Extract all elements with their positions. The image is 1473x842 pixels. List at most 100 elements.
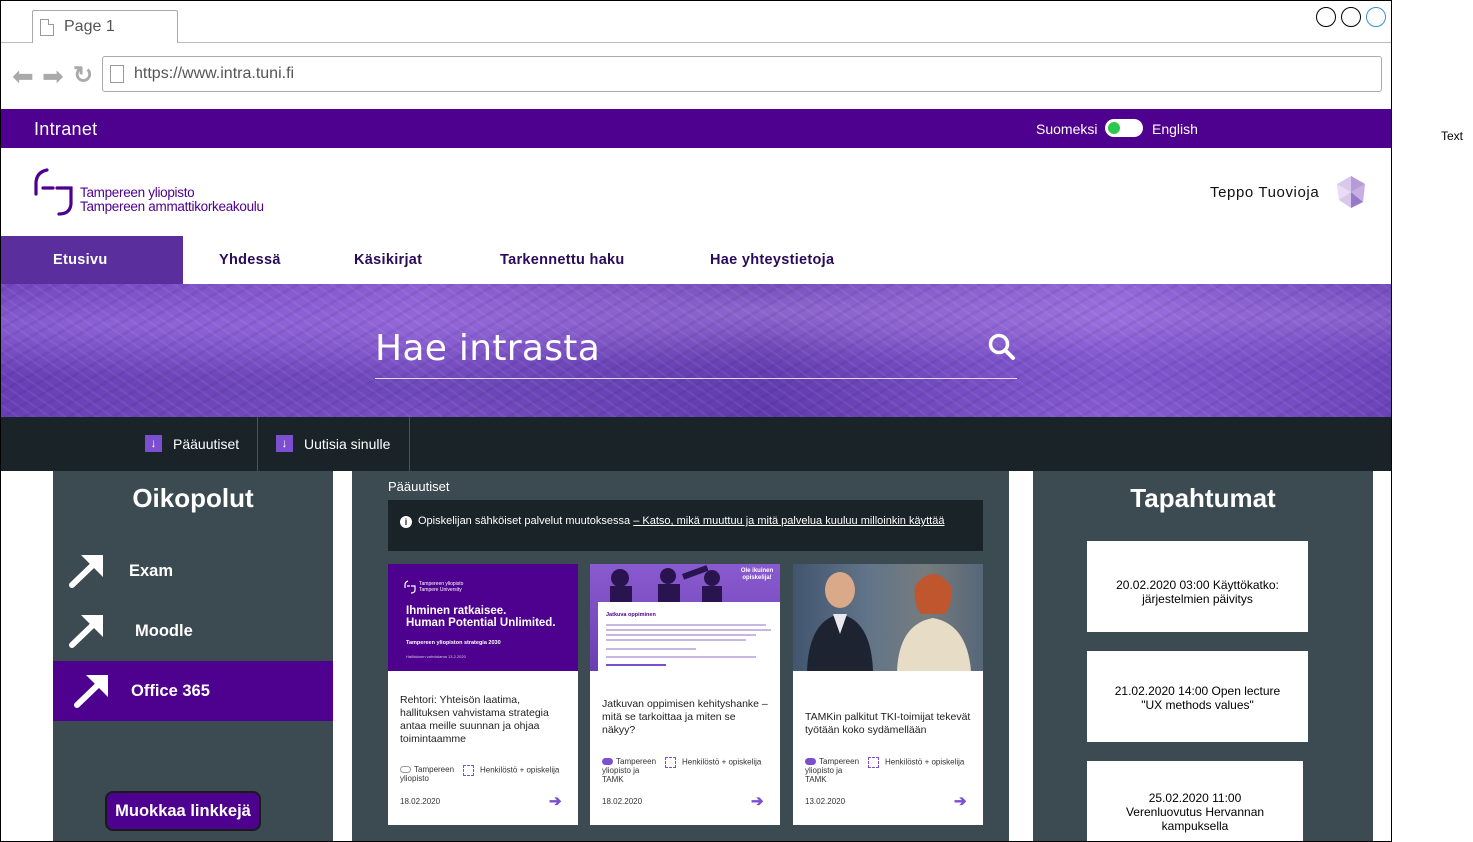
shortcuts-panel: Oikopolut Exam Moodle Office 365 Muokkaa…: [53, 471, 333, 841]
news-card-audience: Henkilöstö + opiskelija: [868, 757, 964, 768]
close-circle-icon[interactable]: [1366, 7, 1386, 27]
text-line: [606, 664, 666, 666]
tab-kasikirjat[interactable]: Käsikirjat: [354, 236, 422, 284]
news-card-audience: Henkilöstö + opiskelija: [665, 757, 761, 768]
search-icon[interactable]: [987, 332, 1017, 362]
news-card-audience: Henkilöstö + opiskelija: [463, 765, 559, 776]
news-card[interactable]: TAMKin palkitut TKI-toimijat tekevät työ…: [793, 564, 983, 825]
news-card-title[interactable]: Rehtori: Yhteisön laatima, hallituksen v…: [400, 694, 568, 746]
browser-addressbar: ⬅ ➡ ↻ https://www.intra.tuni.fi: [1, 44, 1391, 108]
arrow-right-icon[interactable]: ➔: [954, 792, 967, 810]
browser-tab[interactable]: Page 1: [32, 10, 178, 43]
event-time: 25.02.2020 11:00: [1148, 791, 1242, 805]
arrow-up-right-icon: [69, 555, 103, 588]
page-icon: [40, 19, 54, 36]
shortcut-label: Office 365: [131, 682, 210, 700]
news-card-meta: Tampereen yliopisto ja TAMK Henkilöstö +…: [805, 757, 980, 784]
news-card-meta: Tampereen yliopisto ja TAMK Henkilöstö +…: [602, 757, 777, 784]
news-card-org: Tampereen yliopisto ja TAMK: [602, 757, 662, 784]
event-time: 20.02.2020 03:00: [1116, 578, 1210, 592]
arrow-down-icon: ↓: [145, 435, 162, 452]
card-image-subtitle: Tampereen yliopiston strategia 2030: [406, 640, 501, 646]
shortcut-label: Exam: [129, 562, 174, 580]
hero-banner: Hae intrasta: [1, 284, 1391, 417]
search-placeholder: Hae intrasta: [375, 328, 601, 369]
shortcut-label: Moodle: [135, 622, 193, 640]
notice-text: Opiskelijan sähköiset palvelut muutokses…: [418, 515, 944, 527]
shortcut-exam[interactable]: Exam: [53, 541, 333, 601]
subnav-label: Uutisia sinulle: [304, 436, 391, 452]
target-icon: [868, 757, 879, 768]
event-item[interactable]: 21.02.2020 14:00 Open lecture "UX method…: [1087, 651, 1308, 742]
event-text: 20.02.2020 03:00 Käyttökatko: järjestelm…: [1087, 578, 1308, 606]
arrow-right-icon[interactable]: ➔: [751, 792, 764, 810]
news-card-image: Ole ikuinen opiskelija! Jatkuva oppimine…: [590, 564, 780, 671]
target-icon: [665, 757, 676, 768]
news-panel: Pääuutiset i Opiskelijan sähköiset palve…: [352, 471, 1009, 841]
site-brand[interactable]: Intranet: [34, 119, 97, 140]
site-header: Tampereen yliopisto Tampereen ammattikor…: [1, 148, 1391, 236]
target-icon: [463, 765, 474, 776]
edit-links-button[interactable]: Muokkaa linkkejä: [105, 791, 261, 831]
page-icon: [110, 65, 124, 83]
avatar[interactable]: [1333, 174, 1369, 210]
event-item[interactable]: 20.02.2020 03:00 Käyttökatko: järjestelm…: [1087, 541, 1308, 632]
reload-icon[interactable]: ↻: [73, 63, 93, 89]
toggle-icon: [400, 766, 411, 774]
text-line: [606, 656, 756, 658]
shortcut-office-365[interactable]: Office 365: [53, 661, 333, 721]
tab-title: Page 1: [64, 18, 115, 35]
news-heading: Pääuutiset: [388, 479, 450, 494]
info-icon: i: [400, 516, 412, 528]
subnav-label: Pääuutiset: [173, 436, 240, 452]
news-card-image: Tampereen yliopisto Tampere University I…: [388, 564, 578, 671]
search-input[interactable]: Hae intrasta: [375, 324, 1017, 379]
shortcut-moodle[interactable]: Moodle: [53, 601, 333, 661]
tab-yhdessa[interactable]: Yhdessä: [219, 236, 281, 284]
tab-tarkennettu-haku[interactable]: Tarkennettu haku: [500, 236, 625, 284]
maximize-circle-icon[interactable]: [1341, 7, 1361, 27]
card-image-panel: Jatkuva oppiminen: [598, 602, 780, 671]
news-card-title[interactable]: Jatkuvan oppimisen kehityshanke – mitä s…: [602, 698, 770, 737]
university-logo-icon[interactable]: [33, 166, 77, 216]
forward-arrow-icon[interactable]: ➡: [42, 63, 64, 89]
url-input[interactable]: https://www.intra.tuni.fi: [102, 56, 1382, 92]
people-photo-icon: [793, 564, 983, 671]
card-image-badge: Ole ikuinen opiskelija!: [740, 568, 774, 581]
browser-window: Page 1 ⬅ ➡ ↻ https://www.intra.tuni.fi I…: [0, 0, 1392, 842]
tab-hae-yhteystietoja[interactable]: Hae yhteystietoja: [710, 236, 834, 284]
news-card[interactable]: Ole ikuinen opiskelija! Jatkuva oppimine…: [590, 564, 780, 825]
university-logo-text[interactable]: Tampereen yliopisto Tampereen ammattikor…: [80, 186, 264, 214]
tab-etusivu[interactable]: Etusivu: [1, 236, 183, 284]
url-text: https://www.intra.tuni.fi: [134, 65, 295, 82]
subnav-paauutiset[interactable]: ↓ Pääuutiset: [145, 417, 257, 471]
notice-link[interactable]: – Katso, mikä muuttuu ja mitä palvelua k…: [633, 515, 944, 527]
minimize-circle-icon[interactable]: [1316, 7, 1336, 27]
user-name[interactable]: Teppo Tuovioja: [1210, 184, 1319, 201]
language-finnish[interactable]: Suomeksi: [1036, 121, 1097, 137]
card-image-logo-text: Tampereen yliopisto Tampere University: [419, 581, 464, 593]
language-english[interactable]: English: [1152, 121, 1198, 137]
back-arrow-icon[interactable]: ⬅: [12, 63, 34, 89]
university-logo-icon: [404, 580, 416, 594]
events-panel: Tapahtumat 20.02.2020 03:00 Käyttökatko:…: [1033, 471, 1373, 841]
card-image-small-text: Hallituksen vahvistama 13.2.2020: [406, 654, 466, 659]
news-card-image: [793, 564, 983, 671]
news-card-org: Tampereen yliopisto ja TAMK: [805, 757, 865, 784]
subnav-uutisia-sinulle[interactable]: ↓ Uutisia sinulle: [276, 417, 410, 471]
shortcuts-title: Oikopolut: [132, 483, 254, 513]
main-content: Oikopolut Exam Moodle Office 365 Muokkaa…: [1, 471, 1391, 841]
text-line: [606, 648, 696, 650]
arrow-up-right-icon: [74, 675, 108, 708]
events-title: Tapahtumat: [1130, 483, 1276, 513]
arrow-up-right-icon: [69, 615, 103, 648]
event-item[interactable]: 25.02.2020 11:00 Verenluovutus Hervannan …: [1087, 761, 1303, 841]
main-navigation: Etusivu Yhdessä Käsikirjat Tarkennettu h…: [1, 236, 1391, 284]
toggle-knob: [1108, 122, 1120, 134]
news-card[interactable]: Tampereen yliopisto Tampere University I…: [388, 564, 578, 825]
news-card-date: 18.02.2020: [400, 797, 441, 806]
text-line: [606, 639, 746, 641]
news-card-title[interactable]: TAMKin palkitut TKI-toimijat tekevät työ…: [805, 711, 973, 737]
language-toggle[interactable]: [1105, 119, 1143, 137]
arrow-right-icon[interactable]: ➔: [549, 792, 562, 810]
